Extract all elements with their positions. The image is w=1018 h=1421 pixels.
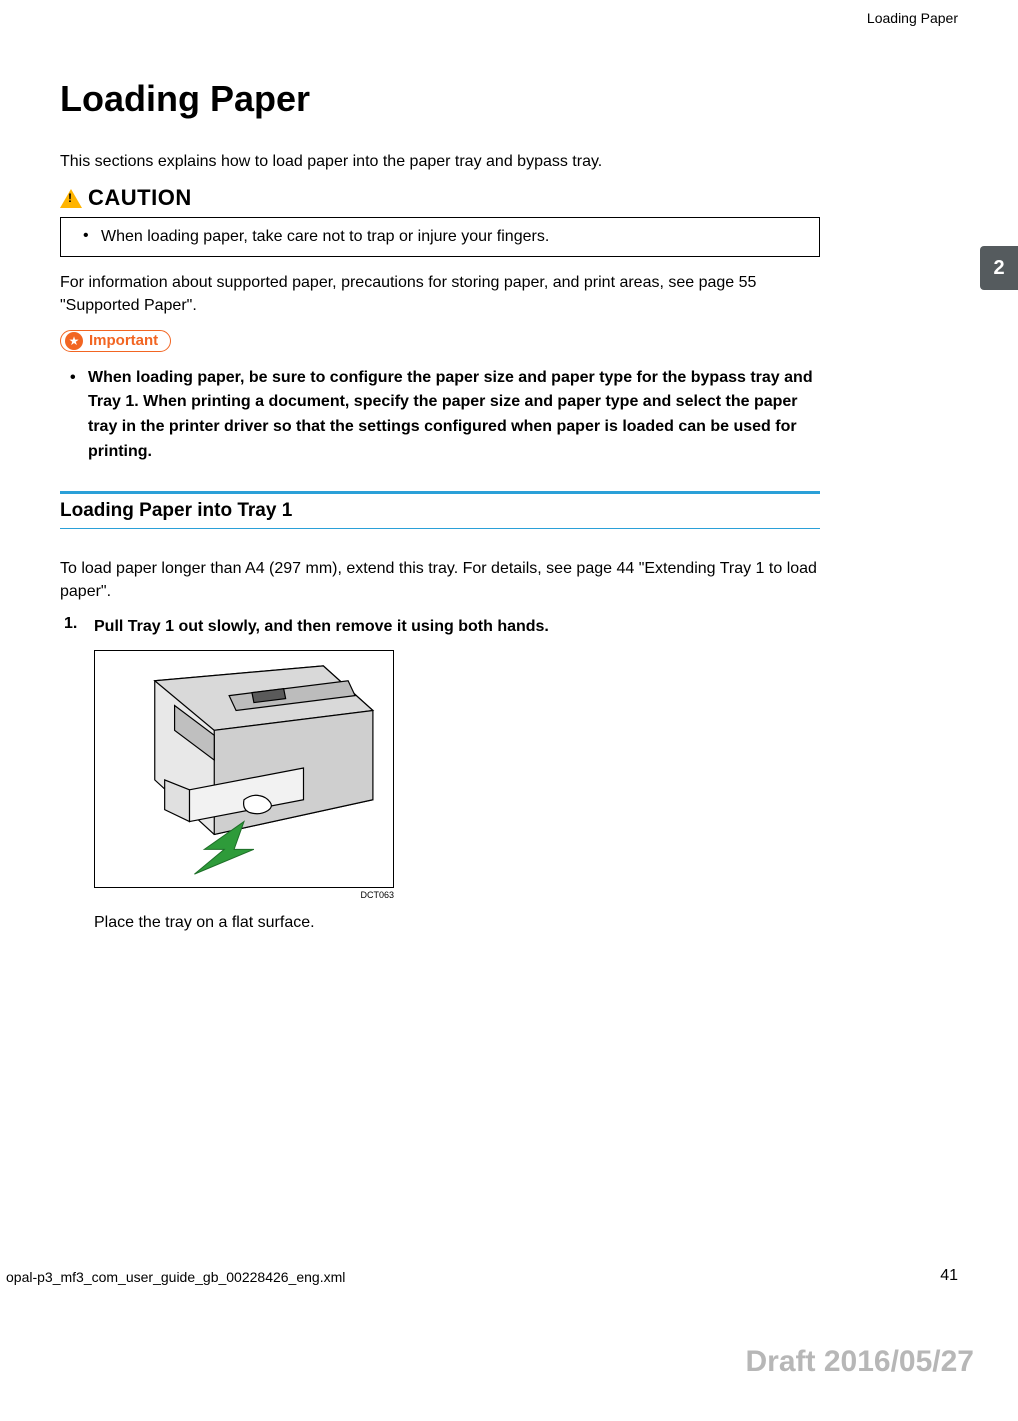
step-list: 1. Pull Tray 1 out slowly, and then remo… — [60, 615, 820, 932]
reference-paragraph: For information about supported paper, p… — [60, 271, 820, 317]
caution-box: When loading paper, take care not to tra… — [60, 217, 820, 257]
page: Loading Paper 2 Loading Paper This secti… — [0, 0, 1018, 1421]
figure-id: DCT063 — [94, 890, 394, 900]
step-subtext: Place the tray on a flat surface. — [94, 914, 820, 932]
page-title: Loading Paper — [60, 78, 820, 120]
caution-heading: CAUTION — [60, 185, 820, 211]
content-area: Loading Paper This sections explains how… — [60, 78, 820, 932]
section-rule-bottom — [60, 528, 820, 529]
printer-illustration-icon — [95, 651, 393, 887]
step-text: Pull Tray 1 out slowly, and then remove … — [94, 615, 820, 638]
section-rule-top — [60, 491, 820, 494]
important-label: Important — [89, 332, 158, 349]
section-heading: Loading Paper into Tray 1 — [60, 491, 820, 529]
important-item: When loading paper, be sure to configure… — [60, 366, 820, 465]
figure-printer-tray — [94, 650, 394, 888]
star-icon: ★ — [65, 332, 83, 350]
caution-item-text: When loading paper, take care not to tra… — [101, 228, 549, 245]
important-badge: ★ Important — [60, 330, 171, 352]
list-item: 1. Pull Tray 1 out slowly, and then remo… — [60, 615, 820, 638]
footer-page-number: 41 — [940, 1267, 958, 1285]
caution-label: CAUTION — [88, 185, 192, 211]
section-lead: To load paper longer than A4 (297 mm), e… — [60, 557, 820, 603]
running-head: Loading Paper — [867, 10, 958, 26]
step-number: 1. — [64, 615, 77, 633]
warning-triangle-icon — [60, 189, 82, 208]
chapter-tab: 2 — [980, 246, 1018, 290]
draft-watermark: Draft 2016/05/27 — [746, 1345, 975, 1379]
section-title: Loading Paper into Tray 1 — [60, 500, 820, 522]
intro-paragraph: This sections explains how to load paper… — [60, 150, 820, 173]
footer-filename: opal-p3_mf3_com_user_guide_gb_00228426_e… — [6, 1269, 345, 1285]
